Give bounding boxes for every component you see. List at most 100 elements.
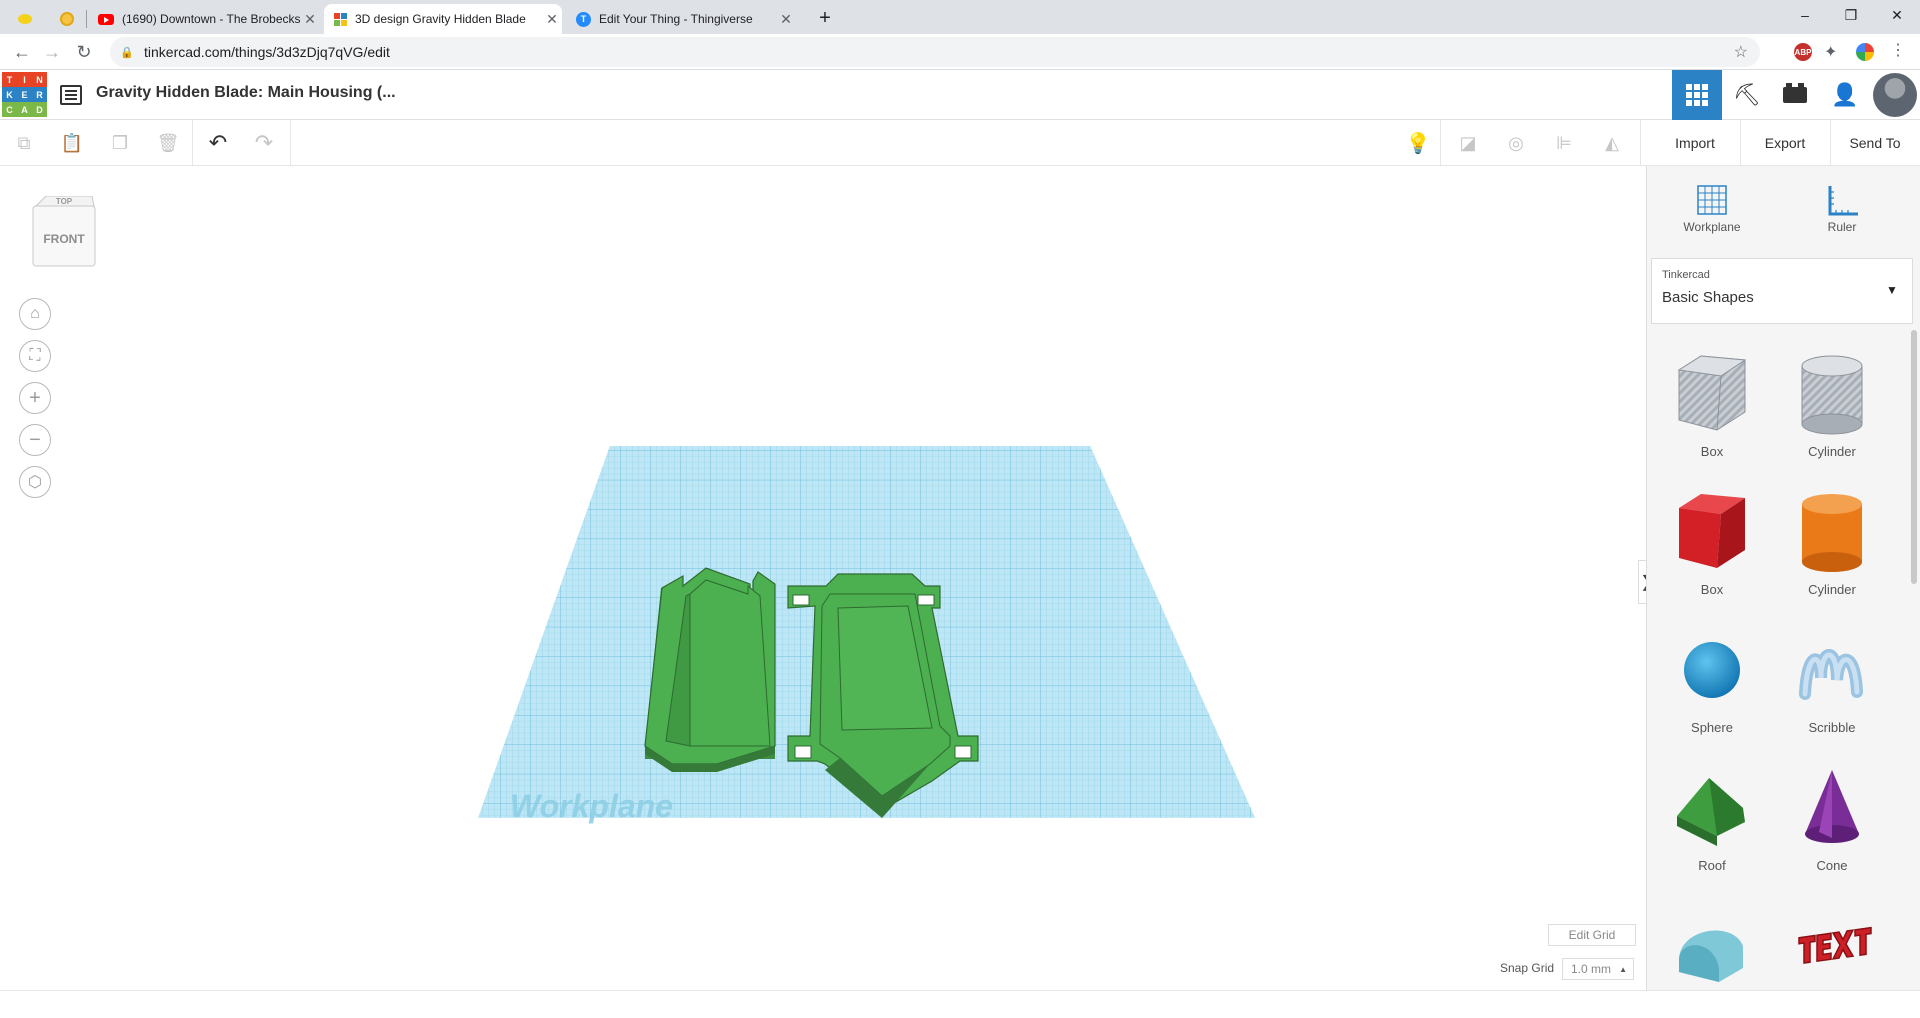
ungroup-icon[interactable]: ◎: [1500, 128, 1532, 158]
close-window-button[interactable]: ✕: [1874, 0, 1920, 30]
scribble-icon: [1799, 649, 1863, 700]
shape-cylinder-striped[interactable]: Cylinder: [1777, 346, 1887, 466]
shape-sphere[interactable]: Sphere: [1657, 622, 1767, 742]
tab-tinkercad[interactable]: 3D design Gravity Hidden Blade ✕: [324, 4, 562, 34]
send-to-button[interactable]: Send To: [1832, 128, 1918, 158]
duplicate-icon[interactable]: ❐: [104, 128, 136, 158]
project-title[interactable]: Gravity Hidden Blade: Main Housing (...: [96, 84, 396, 102]
shape-text[interactable]: [1777, 898, 1887, 1018]
back-icon[interactable]: ←: [8, 38, 36, 66]
paste-icon[interactable]: 📋: [56, 128, 88, 158]
logo-letter: K: [2, 87, 17, 102]
snap-grid-label: Snap Grid: [1500, 961, 1555, 975]
forward-icon[interactable]: →: [38, 38, 66, 66]
3d-viewport[interactable]: TOP FRONT ⌂ ⛶ + − ⬡ Workplane Edit Grid …: [0, 166, 1656, 990]
logo-letter: D: [32, 102, 47, 117]
zoom-out-icon[interactable]: −: [19, 424, 51, 456]
app-header: TINKERCAD Gravity Hidden Blade: Main Hou…: [0, 70, 1920, 120]
shape-label: Box: [1700, 444, 1724, 459]
avatar[interactable]: [1870, 70, 1920, 120]
shape-box-striped[interactable]: Box: [1657, 346, 1767, 466]
pinned-app-icon: [60, 12, 74, 26]
minimize-button[interactable]: –: [1782, 0, 1828, 30]
view-cube-top-label: TOP: [55, 197, 73, 206]
close-tab-icon[interactable]: ✕: [776, 11, 796, 28]
browser-menu-icon[interactable]: ⋮: [1890, 40, 1906, 60]
snap-grid-select[interactable]: 1.0 mm ▲: [1562, 958, 1634, 980]
logo-letter: C: [2, 102, 17, 117]
shape-roof[interactable]: Roof: [1657, 760, 1767, 880]
shape-label: Box: [1700, 582, 1724, 597]
tinkercad-logo[interactable]: TINKERCAD: [2, 72, 47, 117]
workplane-watermark: Workplane: [510, 788, 673, 824]
panel-scrollbar[interactable]: [1911, 330, 1917, 584]
add-user-icon[interactable]: 👤: [1820, 70, 1870, 120]
edit-grid-button[interactable]: Edit Grid: [1548, 924, 1636, 946]
logo-letter: T: [2, 72, 17, 87]
browser-tab-bar: (1690) Downtown - The Brobecks ✕ 3D desi…: [0, 0, 1920, 34]
workplane-tool-button[interactable]: Workplane: [1657, 178, 1767, 248]
view-cube-front-label: FRONT: [43, 232, 85, 246]
design-list-icon[interactable]: [60, 85, 82, 105]
lock-icon[interactable]: 🔒: [110, 46, 144, 59]
align-icon[interactable]: ⊫: [1548, 128, 1580, 158]
shape-label: Cone: [1816, 858, 1848, 873]
chrome-extension-icon[interactable]: [1856, 43, 1874, 61]
shape-label: Cylinder: [1808, 444, 1856, 459]
pinned-tab-1[interactable]: [8, 4, 52, 34]
adblock-extension-icon[interactable]: ABP: [1794, 43, 1812, 61]
import-button[interactable]: Import: [1652, 128, 1738, 158]
tab-youtube[interactable]: (1690) Downtown - The Brobecks ✕: [88, 4, 320, 34]
group-icon[interactable]: ◪: [1452, 128, 1484, 158]
shape-scribble[interactable]: Scribble: [1777, 622, 1887, 742]
zoom-in-icon[interactable]: +: [19, 382, 51, 414]
redo-icon[interactable]: ↷: [248, 128, 280, 158]
close-tab-icon[interactable]: ✕: [300, 11, 320, 28]
shape-cone[interactable]: Cone: [1777, 760, 1887, 880]
ruler-tool-label: Ruler: [1827, 220, 1857, 234]
logo-letter: A: [17, 102, 32, 117]
workplane[interactable]: [470, 446, 1270, 846]
blue-sphere-icon: [1684, 642, 1740, 698]
shape-round-roof[interactable]: [1657, 898, 1767, 1018]
3d-view-button[interactable]: [1672, 70, 1722, 120]
shape-library-select[interactable]: Tinkercad Basic Shapes ▼: [1651, 258, 1913, 324]
ruler-tool-button[interactable]: Ruler: [1787, 178, 1897, 248]
shape-label: Scribble: [1808, 720, 1856, 735]
lightbulb-icon[interactable]: 💡: [1402, 128, 1434, 158]
restore-button[interactable]: ❐: [1828, 0, 1874, 30]
orange-cylinder-icon: [1802, 494, 1862, 572]
shape-box-red[interactable]: Box: [1657, 484, 1767, 604]
tab-title: Edit Your Thing - Thingiverse: [599, 12, 753, 26]
delete-icon[interactable]: 🗑: [152, 128, 184, 158]
copy-icon[interactable]: ⧉: [8, 128, 40, 158]
close-tab-icon[interactable]: ✕: [542, 11, 562, 28]
tab-thingiverse[interactable]: T Edit Your Thing - Thingiverse ✕: [566, 4, 796, 34]
shape-label: Cylinder: [1808, 582, 1856, 597]
bricks-view-icon[interactable]: [1770, 70, 1820, 120]
new-tab-button[interactable]: +: [812, 6, 838, 30]
fit-view-icon[interactable]: ⛶: [19, 340, 51, 372]
address-bar[interactable]: 🔒 tinkercad.com/things/3d3zDjq7qVG/edit …: [110, 37, 1760, 67]
home-view-icon[interactable]: ⌂: [19, 298, 51, 330]
reload-icon[interactable]: ↻: [70, 38, 98, 66]
round-roof-icon: [1679, 930, 1743, 982]
logo-letter: N: [32, 72, 47, 87]
mirror-icon[interactable]: ◭: [1596, 128, 1628, 158]
url-text: tinkercad.com/things/3d3zDjq7qVG/edit: [144, 44, 390, 60]
minecraft-pickaxe-icon[interactable]: ⛏: [1722, 70, 1772, 120]
bottom-edge: [0, 990, 1920, 1000]
undo-icon[interactable]: ↶: [202, 128, 234, 158]
bookmark-star-icon[interactable]: ☆: [1734, 42, 1748, 62]
view-cube[interactable]: TOP FRONT: [30, 195, 98, 270]
export-button[interactable]: Export: [1742, 128, 1828, 158]
caret-up-icon: ▲: [1619, 964, 1627, 974]
logo-letter: R: [32, 87, 47, 102]
striped-box-icon: [1677, 355, 1747, 431]
extensions-puzzle-icon[interactable]: ✦: [1824, 42, 1837, 62]
purple-cone-icon: [1805, 770, 1859, 843]
pinned-tab-2[interactable]: [50, 4, 90, 34]
shape-cylinder-orange[interactable]: Cylinder: [1777, 484, 1887, 604]
housing-part-left[interactable]: [644, 567, 776, 772]
perspective-icon[interactable]: ⬡: [19, 466, 51, 498]
